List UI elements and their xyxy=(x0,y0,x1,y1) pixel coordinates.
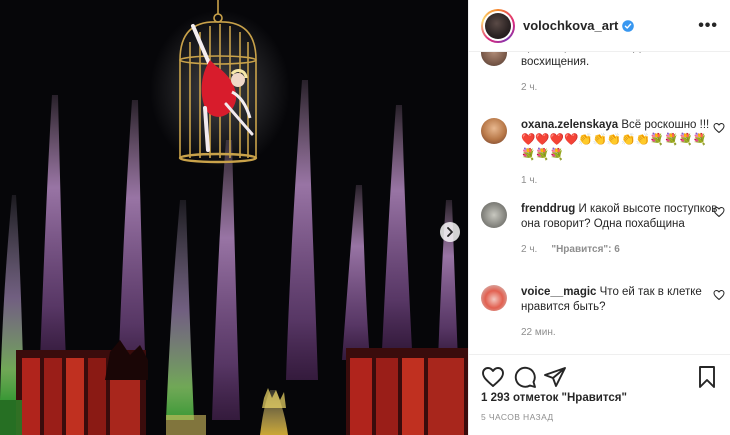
share-icon[interactable] xyxy=(543,365,567,389)
comment-text: voice__magic Что ей так в клетке нравитс… xyxy=(521,285,721,315)
post-username[interactable]: volochkova_art xyxy=(523,18,618,33)
post-media[interactable] xyxy=(0,0,468,435)
bookmark-icon[interactable] xyxy=(695,365,719,389)
comment-text: просто фантастика!!!Достойно восхищения. xyxy=(521,52,721,70)
commenter-avatar[interactable] xyxy=(481,118,507,144)
comment-like-heart-icon[interactable] xyxy=(713,206,725,218)
more-icon[interactable]: ••• xyxy=(698,17,718,35)
instagram-post-view: volochkova_art ••• просто фантастика!!!Д… xyxy=(0,0,730,435)
comment-like-heart-icon[interactable] xyxy=(713,289,725,301)
comment-text: oxana.zelenskaya Всё роскошно !!!❤️❤️❤️❤… xyxy=(521,118,721,163)
action-bar xyxy=(481,365,719,389)
next-slide-button[interactable] xyxy=(440,222,460,242)
comment-likes[interactable]: "Нравится": 6 xyxy=(551,244,620,255)
comment-meta: 22 мин. xyxy=(521,327,721,338)
comments-list[interactable]: просто фантастика!!!Достойно восхищения.… xyxy=(469,52,730,354)
comment-icon[interactable] xyxy=(513,365,537,389)
commenter-avatar[interactable] xyxy=(481,285,507,311)
post-header: volochkova_art ••• xyxy=(469,0,730,52)
comment-meta: 2 ч. xyxy=(521,82,721,93)
comment-meta: 2 ч. "Нравится": 6 xyxy=(521,244,721,255)
comment-time[interactable]: 22 мин. xyxy=(521,327,556,338)
comment-meta: 1 ч. xyxy=(521,175,721,186)
comment-item: oxana.zelenskaya Всё роскошно !!!❤️❤️❤️❤… xyxy=(481,118,725,186)
comment-body: просто фантастика!!!Достойно восхищения. xyxy=(521,52,684,68)
post-footer: 1 293 отметок "Нравится" 5 ЧАСОВ НАЗАД xyxy=(469,354,730,435)
comment-time[interactable]: 2 ч. xyxy=(521,82,537,93)
post-sidebar: volochkova_art ••• просто фантастика!!!Д… xyxy=(468,0,730,435)
commenter-avatar[interactable] xyxy=(481,52,507,66)
verified-badge-icon xyxy=(622,19,635,32)
avatar[interactable] xyxy=(481,8,515,43)
post-timestamp[interactable]: 5 ЧАСОВ НАЗАД xyxy=(481,412,554,422)
comment-time[interactable]: 2 ч. xyxy=(521,244,537,255)
comment-text: frenddrug И какой высоте поступков она г… xyxy=(521,202,721,232)
likes-count[interactable]: 1 293 отметок "Нравится" xyxy=(481,392,627,404)
comment-time[interactable]: 1 ч. xyxy=(521,175,537,186)
heart-icon[interactable] xyxy=(481,365,505,389)
performance-photo xyxy=(0,0,468,435)
comment-like-heart-icon[interactable] xyxy=(713,122,725,134)
comment-username[interactable]: frenddrug xyxy=(521,203,575,215)
comment-item: frenddrug И какой высоте поступков она г… xyxy=(481,202,725,255)
comment-username[interactable]: oxana.zelenskaya xyxy=(521,119,618,131)
comment-item: просто фантастика!!!Достойно восхищения.… xyxy=(481,52,721,93)
comment-item: voice__magic Что ей так в клетке нравитс… xyxy=(481,285,725,338)
commenter-avatar[interactable] xyxy=(481,202,507,228)
comment-username[interactable]: voice__magic xyxy=(521,286,596,298)
chevron-right-icon xyxy=(447,227,453,237)
